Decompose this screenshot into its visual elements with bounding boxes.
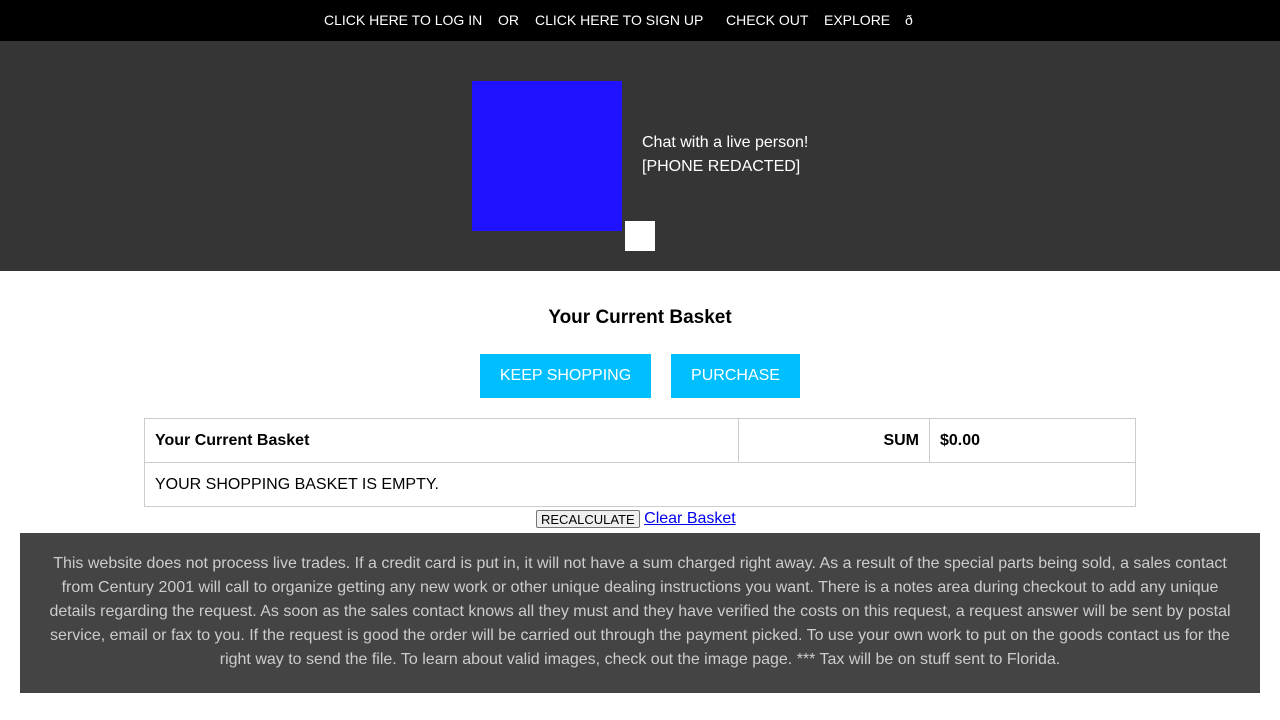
sum-label: SUM [738,418,930,463]
table-row: YOUR SHOPPING BASKET IS EMPTY. [144,462,1136,507]
explore-link[interactable]: EXPLORE [824,12,890,28]
chat-text: Chat with a live person! [642,134,809,151]
nav-extra-link[interactable]: ð [905,12,913,28]
table-header-row: Your Current Basket SUM $0.00 [144,418,1136,463]
notice-text: This website does not process live trade… [20,533,1260,693]
basket-table: Your Current Basket SUM $0.00 YOUR SHOPP… [144,418,1136,507]
header-banner: Chat with a live person! [PHONE REDACTED… [0,41,1280,271]
nav-or-text: OR [498,12,519,28]
empty-basket-message: YOUR SHOPPING BASKET IS EMPTY. [144,462,1136,507]
sum-value: $0.00 [929,418,1136,463]
top-navigation: CLICK HERE TO LOG IN OR CLICK HERE TO SI… [0,0,1280,41]
clear-basket-link[interactable]: Clear Basket [644,510,736,527]
keep-shopping-button[interactable]: KEEP SHOPPING [480,354,651,398]
login-link[interactable]: CLICK HERE TO LOG IN [324,12,482,28]
purchase-button[interactable]: PURCHASE [671,354,800,398]
basket-table-title: Your Current Basket [144,418,739,463]
contact-info: Chat with a live person! [PHONE REDACTED… [642,131,808,179]
phone-number: [PHONE REDACTED] [642,158,801,175]
signup-link[interactable]: CLICK HERE TO SIGN UP [535,12,703,28]
small-image-placeholder [625,221,655,251]
basket-actions: RECALCULATE Clear Basket [536,510,736,528]
checkout-link[interactable]: CHECK OUT [726,12,808,28]
recalculate-button[interactable]: RECALCULATE [536,510,640,528]
basket-heading: Your Current Basket [548,307,732,328]
logo-image[interactable] [472,81,622,231]
